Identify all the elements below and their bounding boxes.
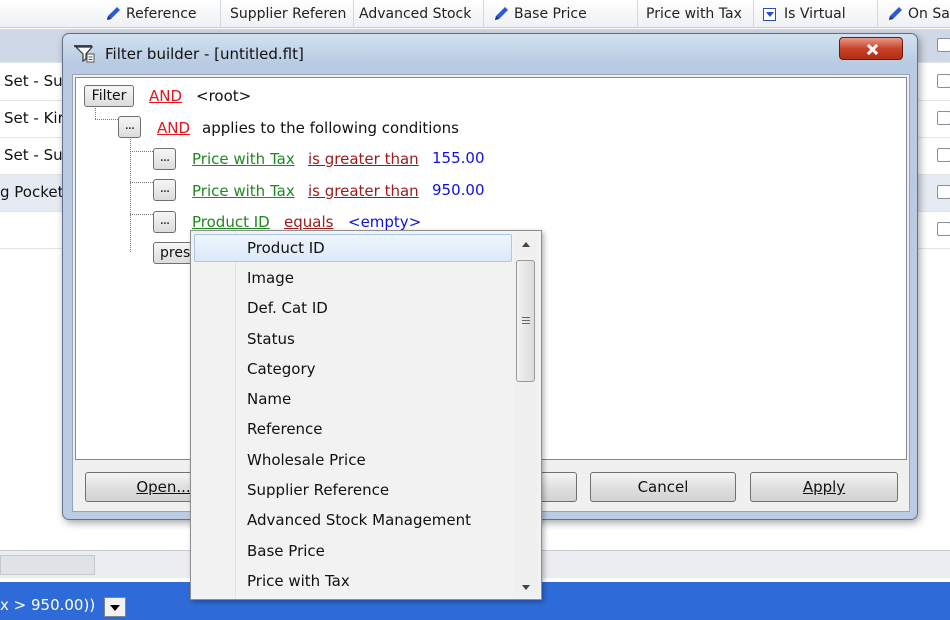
list-item-label: Advanced Stock Management	[247, 511, 471, 529]
list-item[interactable]: Image	[194, 264, 512, 292]
filter-history-dropdown[interactable]	[104, 597, 126, 617]
condition-value[interactable]: <empty>	[348, 213, 421, 231]
column-header-supplier-reference[interactable]: Supplier Referen	[221, 0, 354, 28]
list-item[interactable]: Category	[194, 355, 512, 383]
tree-connector	[130, 214, 153, 215]
list-item-label: Wholesale Price	[247, 451, 366, 469]
list-item-label: Name	[247, 390, 292, 408]
list-item[interactable]: Price with Tax	[194, 567, 512, 595]
condition-menu-button[interactable]: ...	[153, 211, 176, 233]
condition-operator-link[interactable]: is greater than	[308, 150, 419, 168]
open-button-label: Open...	[136, 478, 191, 496]
column-header-price-with-tax[interactable]: Price with Tax	[638, 0, 754, 28]
row-name-cell: Set - Su	[4, 146, 63, 164]
field-dropdown-list: Product ID Image Def. Cat ID Status Cate…	[190, 230, 542, 600]
list-item[interactable]: Advanced Stock Management	[194, 506, 512, 534]
tree-connector	[130, 151, 153, 152]
list-item-label: Supplier Reference	[247, 481, 390, 499]
list-item-label: Base Price	[247, 542, 325, 560]
cancel-button-label: Cancel	[637, 478, 689, 496]
condition-field-link[interactable]: Product ID	[192, 213, 270, 231]
apply-button[interactable]: Apply	[750, 472, 898, 502]
column-header-on-sale[interactable]: On Sa	[878, 0, 950, 28]
column-header-label: Base Price	[514, 6, 587, 22]
root-operator-link[interactable]: AND	[149, 87, 182, 105]
pencil-icon	[495, 7, 508, 20]
dialog-title: Filter builder - [untitled.flt]	[105, 45, 304, 63]
condition-field-link[interactable]: Price with Tax	[192, 182, 295, 200]
condition-menu-button[interactable]: ...	[153, 148, 176, 170]
tree-connector	[130, 182, 153, 183]
filter-funnel-icon	[74, 45, 95, 63]
filter-expression-text: x > 950.00))	[0, 596, 96, 614]
list-item[interactable]: Def. Cat ID	[194, 294, 512, 322]
list-item-label: Image	[247, 269, 294, 287]
list-item[interactable]: Name	[194, 385, 512, 413]
column-header-label: Price with Tax	[646, 6, 742, 22]
dialog-titlebar[interactable]: Filter builder - [untitled.flt]	[63, 34, 917, 72]
list-item-label: Def. Cat ID	[247, 299, 328, 317]
list-item[interactable]: Wholesale Price	[194, 446, 512, 474]
condition-value[interactable]: 950.00	[432, 181, 485, 199]
on-sale-checkbox[interactable]	[937, 185, 950, 199]
column-header-label: Reference	[126, 6, 197, 22]
close-button[interactable]	[839, 37, 903, 60]
column-header-label: Advanced Stock	[359, 6, 472, 22]
column-header-label: Supplier Referen	[230, 6, 347, 22]
scroll-up-arrow-icon[interactable]	[514, 235, 538, 255]
list-item[interactable]: Product ID	[194, 234, 512, 262]
column-header-base-price[interactable]: Base Price	[484, 0, 638, 28]
condition-menu-button[interactable]: ...	[153, 179, 176, 201]
column-header-advanced-stock[interactable]: Advanced Stock	[354, 0, 484, 28]
on-sale-checkbox[interactable]	[937, 148, 950, 162]
tree-connector	[95, 119, 118, 120]
group-label: applies to the following conditions	[202, 119, 459, 137]
pencil-icon	[889, 7, 902, 20]
filter-root-button[interactable]: Filter	[84, 85, 134, 107]
column-header-is-virtual[interactable]: Is Virtual	[754, 0, 878, 28]
condition-field-link[interactable]: Price with Tax	[192, 150, 295, 168]
pencil-icon	[107, 7, 120, 20]
condition-operator-link[interactable]: is greater than	[308, 182, 419, 200]
list-item-label: Product ID	[247, 239, 325, 257]
condition-value[interactable]: 155.00	[432, 149, 485, 167]
row-name-cell: Set - Kir	[4, 109, 64, 127]
scrollbar-thumb[interactable]	[0, 555, 95, 575]
condition-operator-link[interactable]: equals	[284, 213, 333, 231]
tree-connector	[95, 108, 96, 119]
list-item[interactable]: Status	[194, 325, 512, 353]
scroll-down-arrow-icon[interactable]	[514, 577, 538, 597]
root-label: <root>	[196, 87, 252, 105]
list-item-label: Status	[247, 330, 295, 348]
column-header-label: On Sa	[908, 6, 950, 22]
list-vertical-scrollbar[interactable]	[514, 233, 538, 597]
group-menu-button[interactable]: ...	[118, 116, 141, 138]
group-operator-link[interactable]: AND	[157, 119, 190, 137]
on-sale-checkbox[interactable]	[937, 111, 950, 125]
apply-button-label: Apply	[802, 478, 846, 496]
filter-dropdown-icon[interactable]	[763, 7, 776, 21]
on-sale-checkbox[interactable]	[937, 222, 950, 236]
list-item[interactable]: Supplier Reference	[194, 476, 512, 504]
row-name-cell: Set - Su	[4, 72, 63, 90]
list-item[interactable]: Base Price	[194, 537, 512, 565]
grid-header: Reference Supplier Referen Advanced Stoc…	[0, 0, 950, 28]
list-item-label: Category	[247, 360, 316, 378]
column-header-reference[interactable]: Reference	[96, 0, 221, 28]
on-sale-checkbox[interactable]	[937, 38, 950, 52]
on-sale-checkbox[interactable]	[937, 74, 950, 88]
list-item[interactable]: Reference	[194, 415, 512, 443]
column-header-label: Is Virtual	[784, 6, 846, 22]
list-item-label: Price with Tax	[247, 572, 350, 590]
row-name-cell: g Pocket	[0, 183, 64, 201]
list-item-label: Reference	[247, 420, 323, 438]
scrollbar-thumb[interactable]	[516, 260, 535, 382]
grip-icon	[522, 317, 530, 324]
tree-connector	[130, 139, 131, 252]
cancel-button[interactable]: Cancel	[590, 472, 736, 502]
